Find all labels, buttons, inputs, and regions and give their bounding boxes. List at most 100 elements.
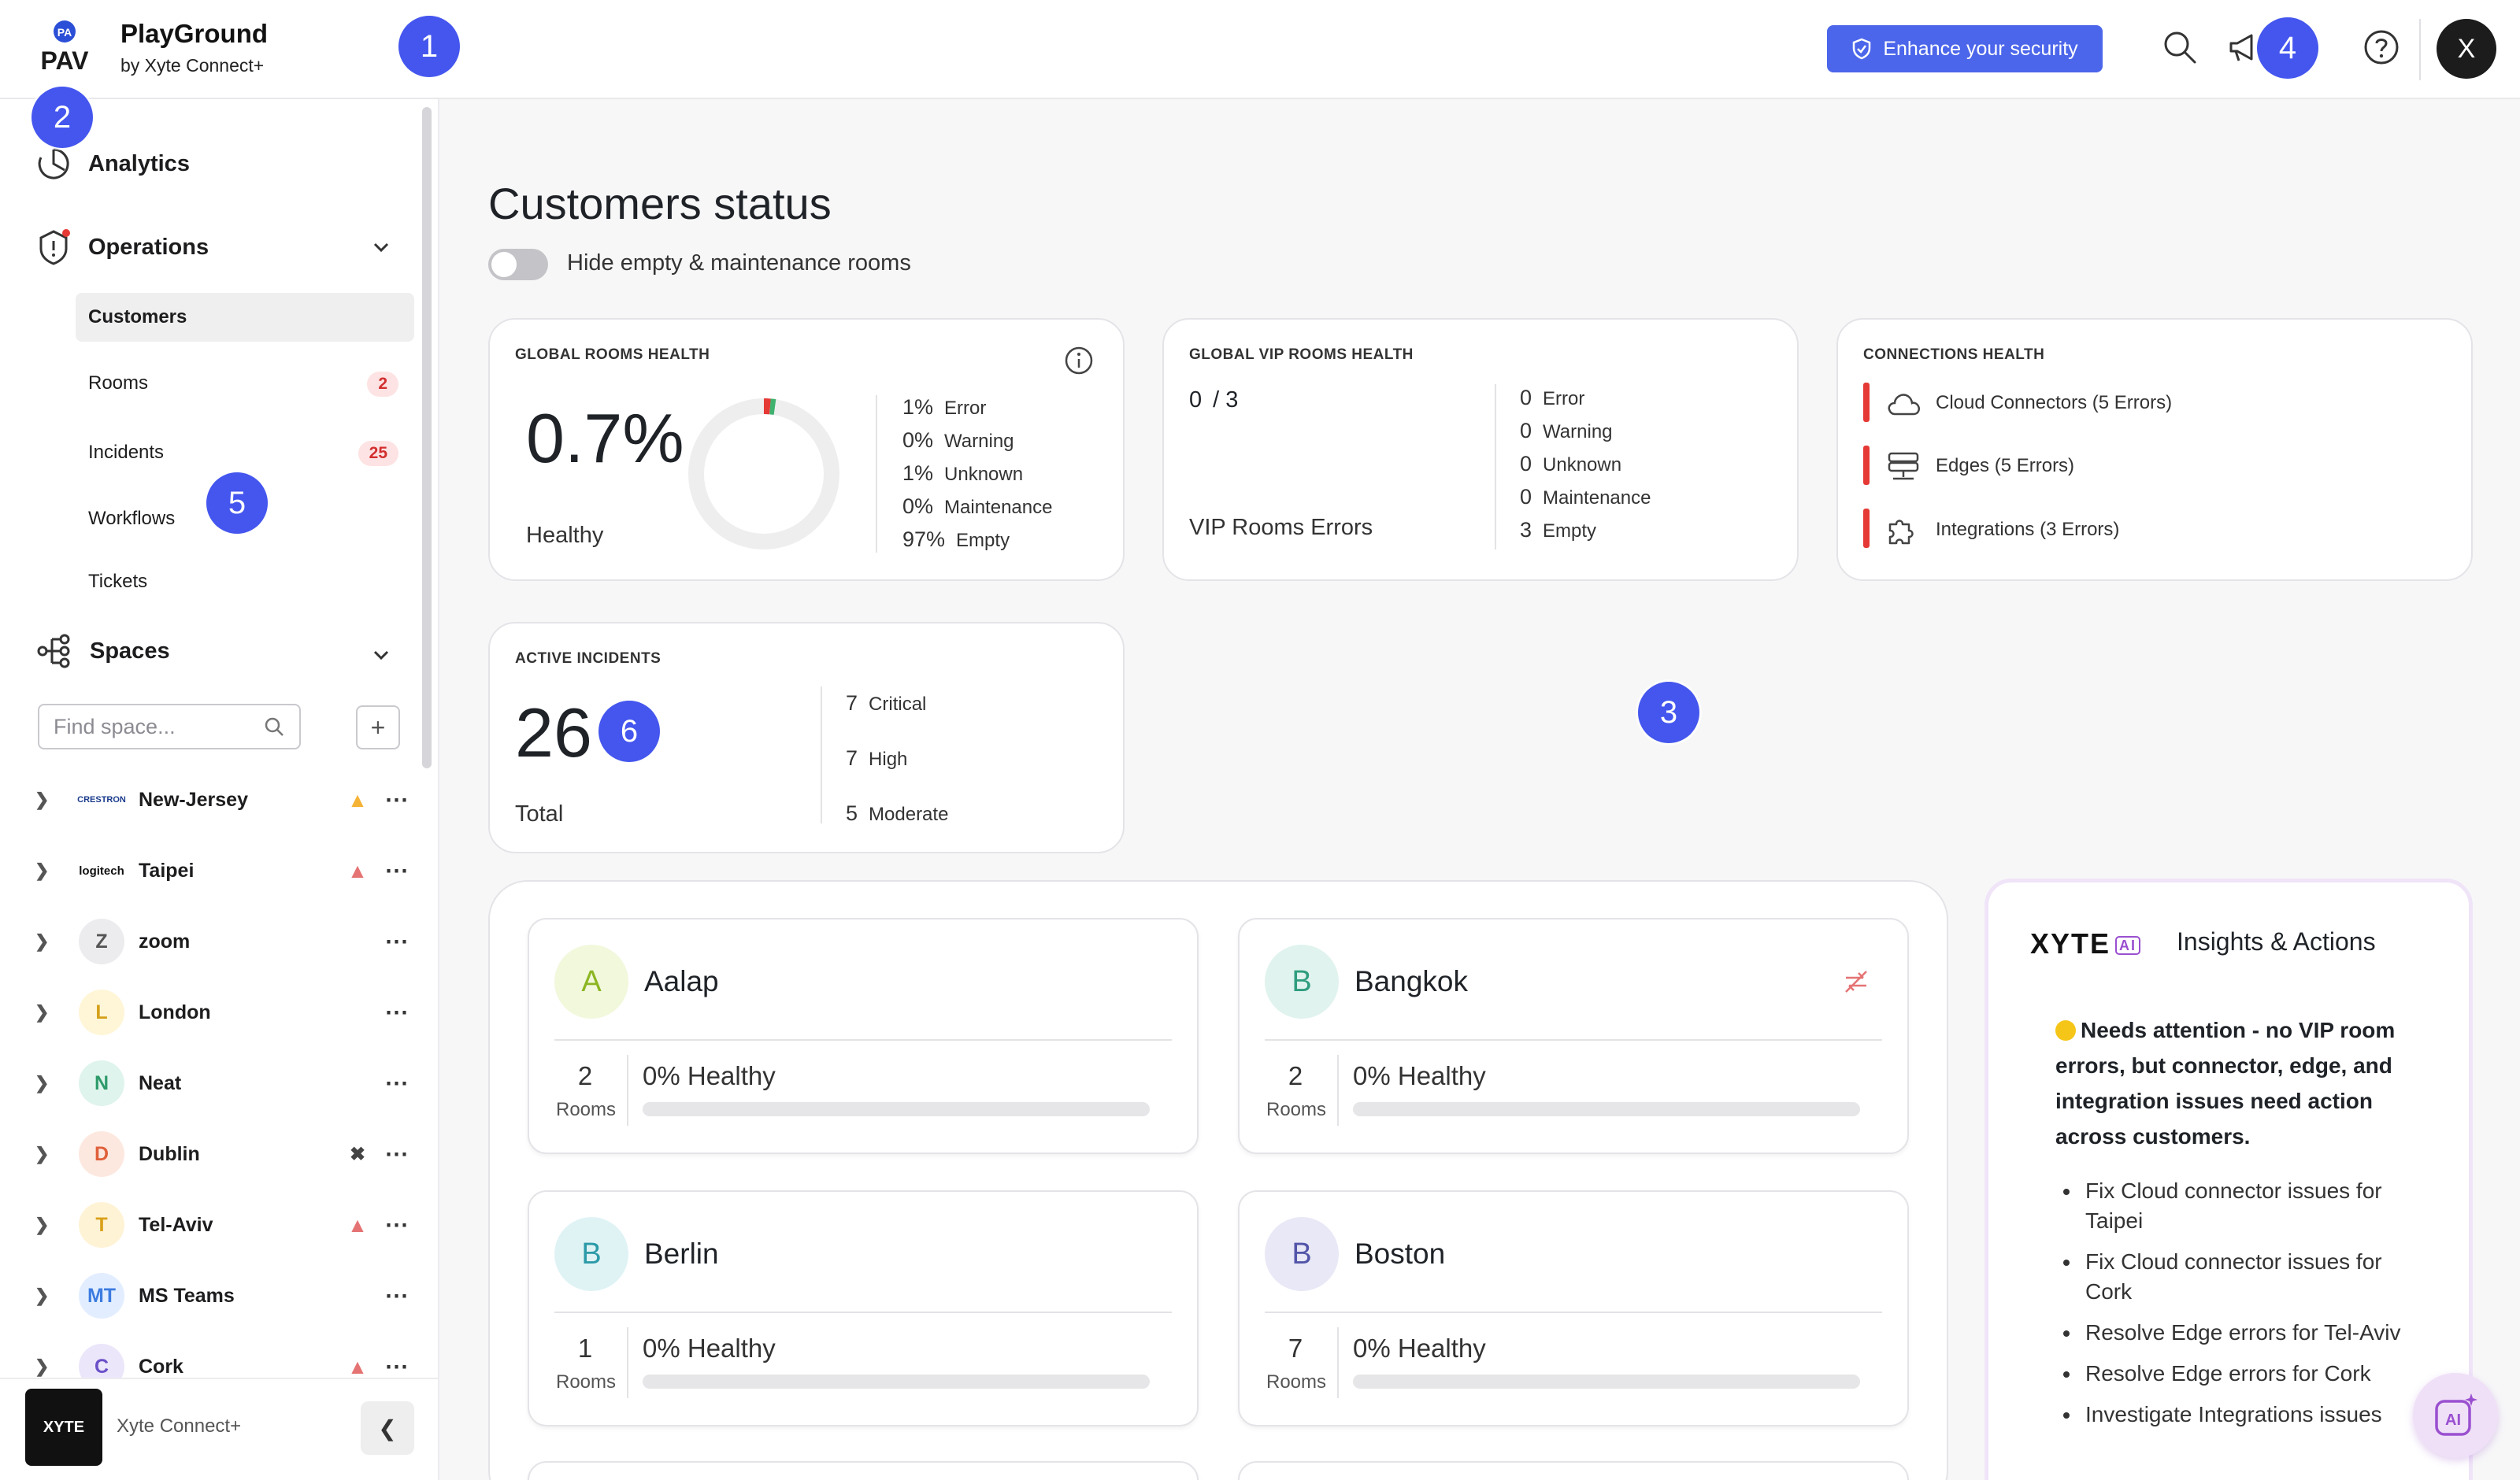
vip-rooms-health-card: GLOBAL VIP ROOMS HEALTH 0/ 3 VIP Rooms E… <box>1162 318 1799 581</box>
chevron-right-icon[interactable]: ❯ <box>35 931 63 952</box>
chevron-right-icon[interactable]: ❯ <box>35 1073 63 1093</box>
space-row-ms-teams[interactable]: ❯ MT MS Teams ⋯ <box>35 1264 421 1327</box>
space-row-dublin[interactable]: ❯ D Dublin ✖ ⋯ <box>35 1123 421 1186</box>
sidebar-item-incidents[interactable]: Incidents 25 <box>76 428 414 477</box>
callout-badge-2: 2 <box>32 87 93 148</box>
hide-empty-toggle[interactable] <box>488 249 548 280</box>
sidebar-item-tickets[interactable]: Tickets <box>76 557 414 606</box>
more-options-icon[interactable]: ⋯ <box>373 857 421 885</box>
search-icon <box>265 717 284 736</box>
space-name: New-Jersey <box>139 788 248 811</box>
incidents-count-badge: 25 <box>358 441 398 466</box>
stat-row: 0 Warning <box>1520 419 1613 442</box>
user-avatar[interactable]: X <box>2437 19 2496 79</box>
customer-rooms-count: 7 <box>1288 1334 1303 1363</box>
active-incidents-card: ACTIVE INCIDENTS 26 Total 7 Critical 7 Hig… <box>488 622 1125 853</box>
page-title: Customers status <box>488 179 832 228</box>
callout-badge-1: 1 <box>398 16 460 77</box>
sidebar-item-label: Workflows <box>88 508 176 529</box>
space-name: Taipei <box>139 859 195 882</box>
more-options-icon[interactable]: ⋯ <box>373 1070 421 1097</box>
customer-card-partial[interactable] <box>528 1461 1199 1480</box>
chevron-right-icon[interactable]: ❯ <box>35 1215 63 1235</box>
edges-item[interactable]: Edges (5 Errors) <box>1885 450 2074 482</box>
cloud-connectors-item[interactable]: Cloud Connectors (5 Errors) <box>1885 387 2172 419</box>
customer-health-bar <box>1353 1375 1860 1389</box>
logo-text: PAV <box>40 46 89 74</box>
customer-rooms-count: 2 <box>1288 1061 1303 1090</box>
callout-badge-6: 6 <box>598 701 660 762</box>
app-logo[interactable]: PA PAV <box>35 19 94 75</box>
stat-row: 0% Warning <box>902 428 1014 452</box>
chevron-right-icon[interactable]: ❯ <box>35 860 63 881</box>
global-health-label: Healthy <box>526 523 604 548</box>
find-space-input[interactable]: Find space... <box>38 704 301 749</box>
chevron-right-icon[interactable]: ❯ <box>35 1286 63 1306</box>
help-icon[interactable] <box>2359 25 2403 69</box>
customer-health: 0% Healthy <box>1353 1334 1486 1363</box>
nav-operations[interactable]: Operations <box>36 228 209 266</box>
enhance-security-button[interactable]: Enhance your security <box>1827 25 2103 72</box>
space-row-tel-aviv[interactable]: ❯ T Tel-Aviv ▲ ⋯ <box>35 1193 421 1256</box>
nav-analytics-label: Analytics <box>88 150 190 176</box>
hide-empty-toggle-label: Hide empty & maintenance rooms <box>567 250 911 276</box>
global-health-value: 0.7% <box>526 399 684 477</box>
customer-card-bangkok[interactable]: B Bangkok 2 Rooms 0% Healthy <box>1238 918 1909 1154</box>
customer-health-bar <box>1353 1102 1860 1116</box>
sidebar-item-rooms[interactable]: Rooms 2 <box>76 359 414 408</box>
nav-analytics[interactable]: Analytics <box>36 146 190 181</box>
space-row-neat[interactable]: ❯ N Neat ⋯ <box>35 1052 421 1115</box>
more-options-icon[interactable]: ⋯ <box>373 786 421 814</box>
space-row-taipei[interactable]: ❯ logitech Taipei ▲ ⋯ <box>35 839 421 902</box>
space-avatar: logitech <box>79 848 124 894</box>
collapse-sidebar-button[interactable]: ❮ <box>361 1401 414 1455</box>
chevron-right-icon[interactable]: ❯ <box>35 1356 63 1377</box>
spaces-chevron-icon[interactable] <box>370 644 392 670</box>
space-row-new-jersey[interactable]: ❯ CRESTRON New-Jersey ▲ ⋯ <box>35 768 421 831</box>
space-name: Neat <box>139 1071 182 1094</box>
insight-action-item[interactable]: Resolve Edge errors for Cork <box>2063 1359 2426 1389</box>
xyte-logo[interactable]: XYTE <box>25 1389 102 1466</box>
nav-spaces[interactable]: Spaces <box>36 633 170 669</box>
customer-health: 0% Healthy <box>643 1061 776 1090</box>
insight-action-item[interactable]: Fix Cloud connector issues for Cork <box>2063 1247 2426 1307</box>
space-name: Cork <box>139 1355 183 1378</box>
shield-icon <box>1853 38 1871 60</box>
more-options-icon[interactable]: ⋯ <box>373 1282 421 1310</box>
customer-card-boston[interactable]: B Boston 7 Rooms 0% Healthy <box>1238 1190 1909 1426</box>
space-row-zoom[interactable]: ❯ Z zoom ⋯ <box>35 910 421 973</box>
insight-action-item[interactable]: Fix Cloud connector issues for Taipei <box>2063 1176 2426 1236</box>
rooms-count-badge: 2 <box>367 372 398 397</box>
space-name: MS Teams <box>139 1284 235 1307</box>
sidebar-item-customers[interactable]: Customers <box>76 293 414 342</box>
sidebar-item-label: Customers <box>88 306 187 327</box>
integrations-item[interactable]: Integrations (3 Errors) <box>1885 513 2119 546</box>
more-options-icon[interactable]: ⋯ <box>373 1353 421 1381</box>
info-icon[interactable] <box>1063 345 1095 380</box>
add-space-button[interactable]: + <box>356 705 400 749</box>
analytics-icon <box>38 148 69 179</box>
space-row-london[interactable]: ❯ L London ⋯ <box>35 981 421 1044</box>
chevron-right-icon[interactable]: ❯ <box>35 1002 63 1023</box>
insight-action-item[interactable]: Investigate Integrations issues <box>2063 1400 2426 1430</box>
search-icon[interactable] <box>2158 25 2202 69</box>
customer-card-berlin[interactable]: B Berlin 1 Rooms 0% Healthy <box>528 1190 1199 1426</box>
customer-health-bar <box>643 1375 1150 1389</box>
chevron-right-icon[interactable]: ❯ <box>35 1144 63 1164</box>
attention-dot-icon <box>2055 1020 2076 1041</box>
space-name: Dublin <box>139 1142 200 1165</box>
chevron-right-icon[interactable]: ❯ <box>35 790 63 810</box>
callout-badge-4: 4 <box>2257 17 2318 79</box>
customer-card-aalap[interactable]: A Aalap 2 Rooms 0% Healthy <box>528 918 1199 1154</box>
operations-chevron-icon[interactable] <box>370 236 392 262</box>
error-icon: ▲ <box>347 1354 368 1378</box>
more-options-icon[interactable]: ⋯ <box>373 999 421 1027</box>
insight-action-item[interactable]: Resolve Edge errors for Tel-Aviv <box>2063 1318 2426 1348</box>
sidebar-scrollbar[interactable] <box>422 107 432 768</box>
more-options-icon[interactable]: ⋯ <box>373 928 421 956</box>
customer-card-partial[interactable] <box>1238 1461 1909 1480</box>
more-options-icon[interactable]: ⋯ <box>373 1141 421 1168</box>
more-options-icon[interactable]: ⋯ <box>373 1212 421 1239</box>
ai-assistant-button[interactable]: AI <box>2413 1373 2498 1458</box>
vip-errors-label: VIP Rooms Errors <box>1189 515 1373 540</box>
